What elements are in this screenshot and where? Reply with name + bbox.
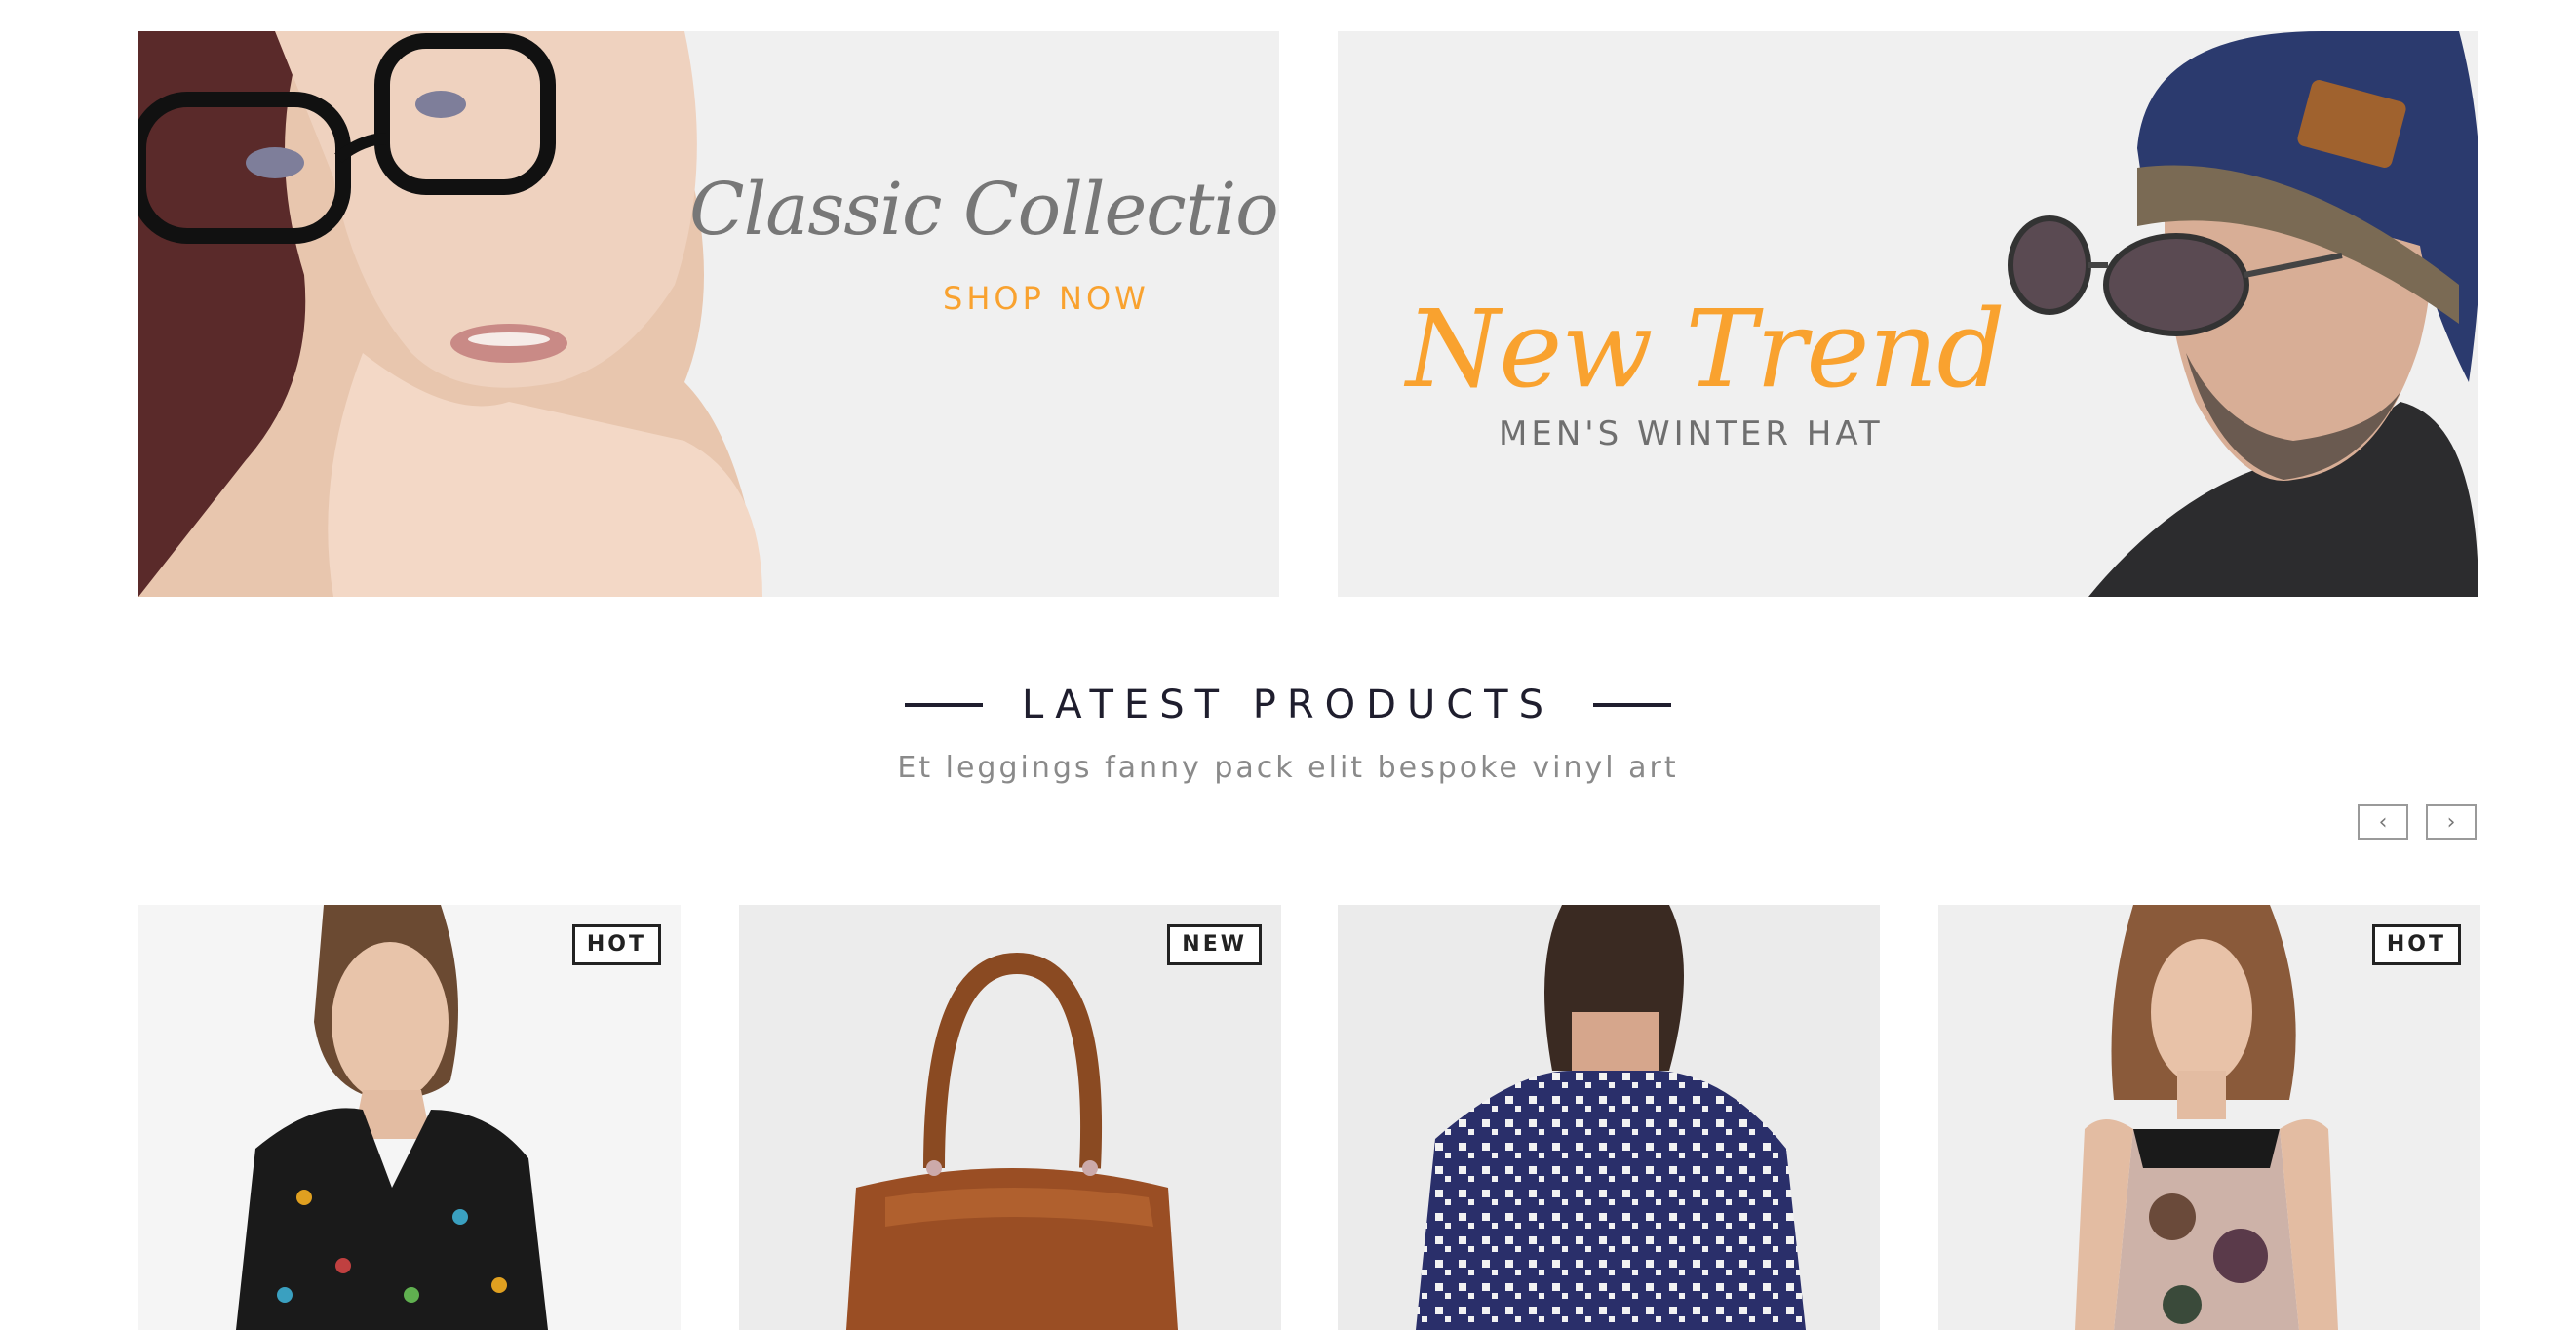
banner-title: Classic Collection [689, 168, 1279, 252]
product-card[interactable]: NEW [739, 905, 1281, 1330]
section-title: LATEST PRODUCTS [1022, 683, 1554, 727]
product-image-handbag [739, 905, 1281, 1330]
title-divider-right [1592, 703, 1671, 707]
chevron-left-icon: ‹ [2378, 809, 2388, 835]
banner-title: New Trend [1406, 287, 2006, 411]
woman-glasses-photo [138, 31, 821, 597]
section-heading: LATEST PRODUCTS [0, 683, 2576, 727]
product-image-shirt [1338, 905, 1880, 1330]
shop-now-link[interactable]: SHOP NOW [943, 280, 1150, 317]
banner-subtitle: MEN'S WINTER HAT [1499, 414, 1884, 453]
carousel-prev-button[interactable]: ‹ [2358, 804, 2408, 840]
product-card[interactable] [1338, 905, 1880, 1330]
title-divider-left [905, 703, 984, 707]
product-badge: HOT [2371, 924, 2461, 965]
product-card[interactable]: HOT [138, 905, 681, 1330]
product-image-blouse [138, 905, 681, 1330]
carousel-next-button[interactable]: › [2426, 804, 2477, 840]
product-card[interactable]: HOT [1938, 905, 2480, 1330]
banner-classic-collection[interactable]: Classic Collection SHOP NOW [138, 31, 1279, 597]
chevron-right-icon: › [2446, 809, 2456, 835]
product-badge: NEW [1167, 924, 1262, 965]
product-image-dress [1938, 905, 2480, 1330]
product-badge: HOT [571, 924, 661, 965]
section-subtitle: Et leggings fanny pack elit bespoke viny… [897, 751, 1679, 785]
banner-new-trend[interactable]: New Trend MEN'S WINTER HAT [1338, 31, 2478, 597]
